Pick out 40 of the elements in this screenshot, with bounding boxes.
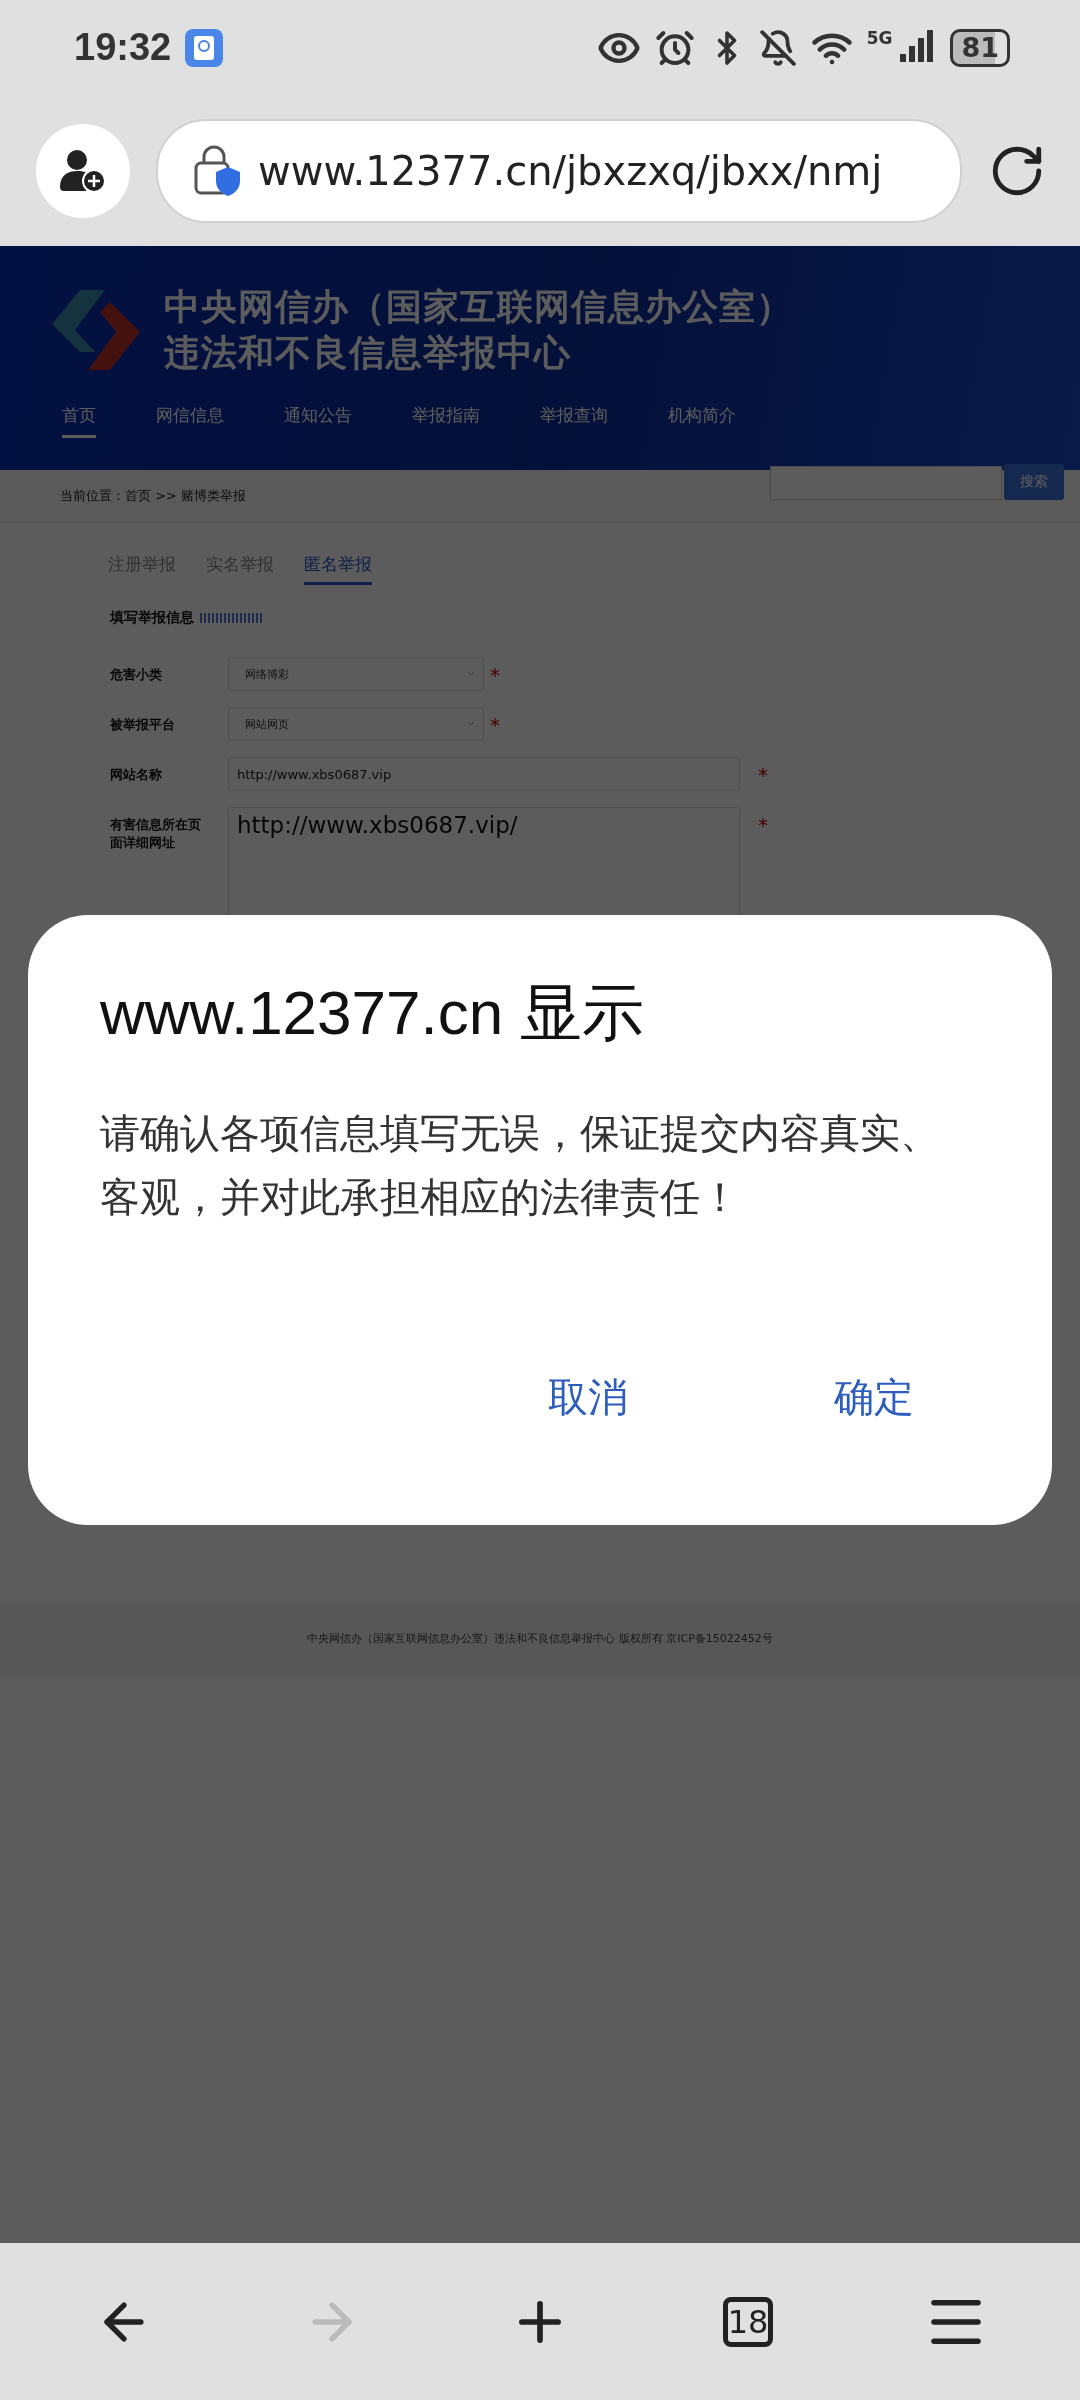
nav-link[interactable]: 通知公告 (284, 404, 352, 438)
input-field[interactable]: http://www.xbs0687.vip (228, 757, 740, 791)
dialog-title: www.12377.cn 显示 (100, 977, 646, 1049)
dialog-button[interactable]: 确定 (816, 1360, 932, 1435)
dropdown-field[interactable]: 网站网页 (228, 707, 484, 741)
section-title: 填写举报信息 (110, 609, 194, 627)
site-title: 中央网信办（国家互联网信息办公室） (164, 285, 793, 329)
tabs-button[interactable]: 18 (708, 2281, 788, 2362)
report-tab[interactable]: 匿名举报 (304, 553, 372, 585)
dialog-button[interactable]: 取消 (530, 1360, 646, 1435)
field-label: 网站名称 (110, 766, 163, 784)
network-type: 5G (866, 28, 893, 48)
required-mark: * (758, 812, 768, 837)
required-mark: * (490, 662, 500, 687)
nav-link[interactable]: 举报查询 (540, 404, 608, 438)
nav-link[interactable]: 举报指南 (412, 404, 480, 438)
app-notification-icon (185, 28, 224, 67)
site-title: 违法和不良信息举报中心 (164, 331, 572, 375)
nav-link[interactable]: 首页 (62, 404, 96, 438)
search-field[interactable] (770, 466, 1002, 500)
chevron-down-icon (467, 721, 475, 727)
required-mark: * (490, 712, 500, 737)
secure-lock-icon (194, 144, 242, 197)
nav-link[interactable]: 机构简介 (668, 404, 736, 438)
breadcrumb: 当前位置：首页 >> 赌博类举报 (60, 487, 247, 505)
add-user-icon (60, 148, 106, 193)
field-label: 被举报平台 (110, 716, 176, 734)
search-button[interactable]: 搜索 (1004, 464, 1064, 500)
dialog-message: 请确认各项信息填写无误，保证提交内容真实、客观，并对此承担相应的法律责任！ (100, 1109, 941, 1222)
battery-level: 81 (950, 28, 1010, 67)
logo-icon (50, 290, 142, 370)
field-label: 有害信息所在页面详细网址 (110, 816, 202, 852)
nav-link[interactable]: 网信信息 (156, 404, 224, 438)
dropdown-field[interactable]: 网络博彩 (228, 657, 484, 691)
field-label: 危害小类 (110, 666, 163, 684)
address-bar[interactable]: www.12377.cn/jbxzxq/jbxx/nmj (156, 118, 962, 223)
required-mark: * (758, 762, 768, 787)
status-time: 19:32 (74, 26, 172, 69)
bell-off-icon (758, 28, 797, 67)
chevron-down-icon (467, 671, 475, 677)
